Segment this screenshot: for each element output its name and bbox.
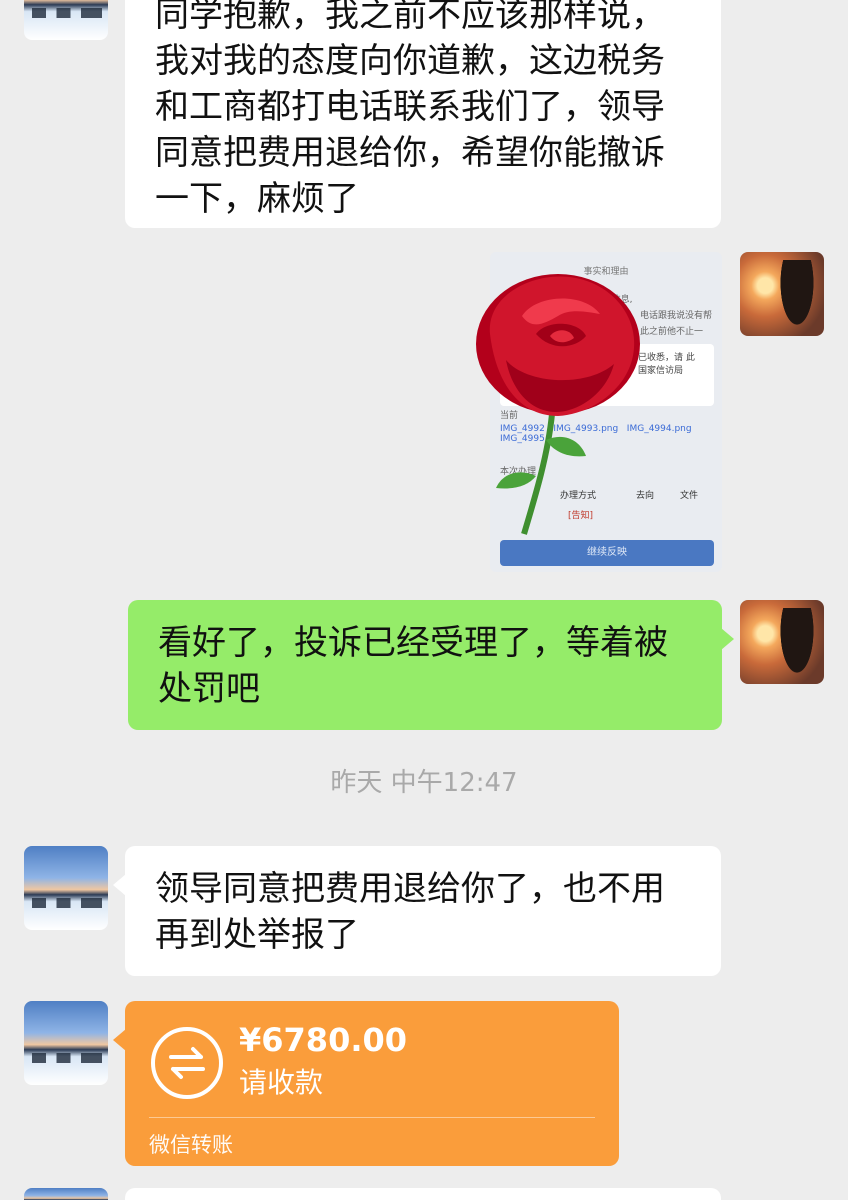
message-line: 再到处举报了 (155, 915, 359, 955)
contact-avatar[interactable] (24, 0, 108, 40)
transfer-arrows-icon (151, 1027, 223, 1099)
transfer-status: 请收款 (239, 1066, 324, 1099)
message-line: 同学抱歉，我之前不应该那样说， (155, 0, 665, 35)
transfer-footer: 微信转账 (149, 1133, 233, 1157)
contact-avatar[interactable] (24, 1001, 108, 1085)
message-line: 一下，麻烦了 (155, 179, 359, 219)
message-line: 和工商都打电话联系我们了，领导 (155, 87, 665, 127)
table-header: 文件 (680, 491, 699, 501)
timestamp-label: 昨天 中午12:47 (330, 768, 518, 798)
message-line: 处罚吧 (158, 669, 260, 709)
chat-window: 同学抱歉，我之前不应该那样说， 我对我的态度向你道歉，这边税务 和工商都打电话联… (0, 0, 848, 1200)
message-line: 同意把费用退给你，希望你能撤诉 (155, 133, 665, 173)
transfer-card[interactable]: ¥6780.00 请收款 微信转账 (113, 1001, 619, 1166)
divider (149, 1117, 595, 1118)
incoming-message-bubble[interactable]: 同学抱歉，我之前不应该那样说， 我对我的态度向你道歉，这边税务 和工商都打电话联… (125, 0, 721, 228)
rose-sticker (476, 274, 640, 535)
incoming-message-bubble[interactable]: 领导同意把费用退给你了，也不用 再到处举报了 (113, 846, 721, 976)
transfer-amount: ¥6780.00 (239, 1021, 408, 1059)
message-line: 领导同意把费用退给你了，也不用 (155, 869, 665, 909)
my-avatar[interactable] (740, 252, 824, 336)
my-avatar[interactable] (740, 600, 824, 684)
outgoing-message-bubble[interactable]: 看好了，投诉已经受理了，等着被 处罚吧 (128, 600, 734, 730)
contact-avatar[interactable] (24, 846, 108, 930)
message-line: 看好了，投诉已经受理了，等着被 (158, 623, 668, 663)
message-line: 我对我的态度向你道歉，这边税务 (155, 41, 665, 81)
contact-avatar[interactable] (24, 1188, 108, 1200)
incoming-message-bubble[interactable] (125, 1188, 721, 1200)
